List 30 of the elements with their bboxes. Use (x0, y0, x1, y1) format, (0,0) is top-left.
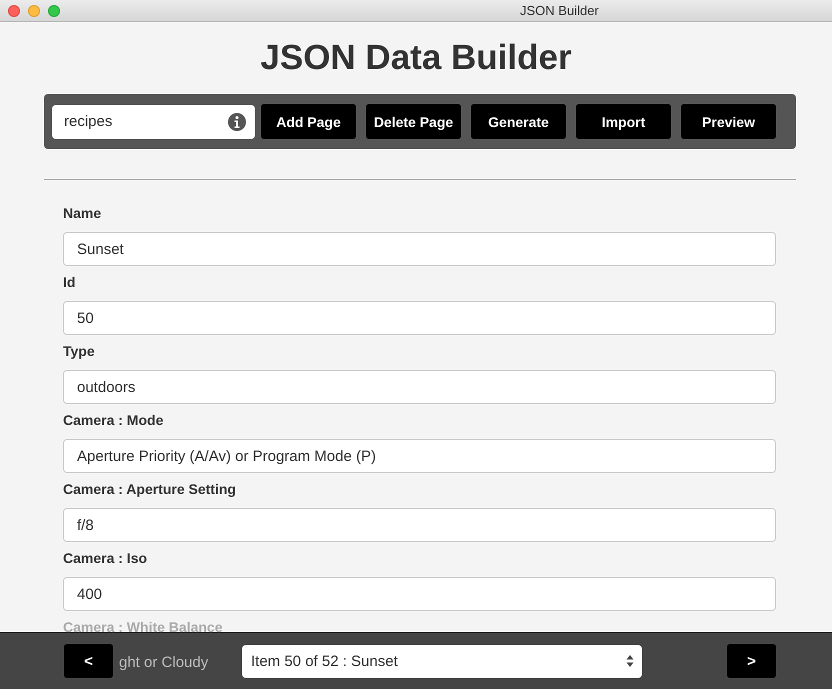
page-heading: JSON Data Builder (259, 37, 573, 79)
field-label: Id (63, 274, 76, 290)
text-field[interactable]: Aperture Priority (A/Av) or Program Mode (P) (63, 439, 776, 473)
field-label: Camera : White Balance (63, 619, 222, 635)
field-label: Camera : Aperture Setting (63, 481, 236, 497)
minimize-icon[interactable] (28, 4, 40, 16)
toolbar-button[interactable]: Import (576, 104, 671, 139)
text-field[interactable]: Sunset (63, 232, 776, 266)
toolbar-button[interactable]: Add Page (261, 104, 356, 139)
caret-icon (626, 654, 634, 668)
window-title: JSON Builder (520, 3, 599, 18)
text-field[interactable]: outdoors (63, 370, 776, 404)
item-select[interactable]: Item 50 of 52 : Sunset (242, 644, 642, 678)
close-icon[interactable] (8, 4, 20, 16)
toolbar-button[interactable]: Preview (681, 104, 776, 139)
next-button[interactable]: > (727, 644, 776, 678)
field-label: Name (63, 205, 102, 221)
text-field[interactable]: f/8 (63, 508, 776, 542)
field-value: ght or Cloudy (119, 654, 208, 672)
toolbar-button[interactable]: Generate (471, 104, 566, 139)
text-field[interactable]: 50 (63, 301, 776, 335)
field-label: Camera : Iso (63, 550, 148, 566)
info-icon[interactable] (228, 112, 246, 130)
toolbar-button[interactable]: Delete Page (366, 104, 461, 139)
text-field[interactable]: 400 (63, 577, 776, 611)
field-label: Camera : Mode (63, 412, 164, 428)
previous-button[interactable]: < (64, 644, 113, 678)
zoom-icon[interactable] (48, 4, 60, 16)
field-label: Type (63, 343, 95, 359)
page-name-field[interactable]: recipes (52, 104, 255, 138)
